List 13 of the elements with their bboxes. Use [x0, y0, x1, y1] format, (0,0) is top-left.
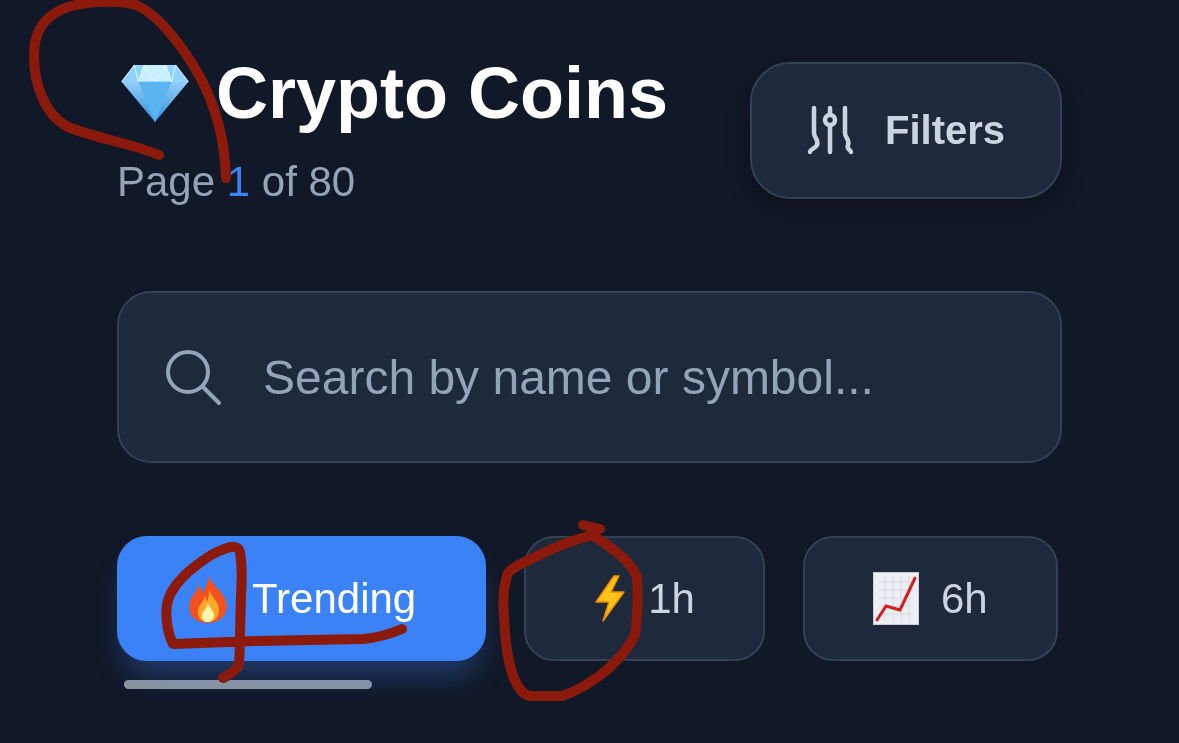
search-field[interactable]: Search by name or symbol...: [117, 291, 1062, 463]
fire-icon: [187, 574, 230, 623]
filters-button[interactable]: Filters: [750, 61, 1062, 199]
search-icon: [164, 348, 222, 406]
tab[interactable]: 1h: [524, 536, 765, 661]
chart-icon: [872, 572, 919, 625]
diamond-icon: [120, 63, 190, 123]
sliders-icon: [806, 105, 854, 155]
scrollbar[interactable]: [124, 680, 372, 689]
tab[interactable]: Trending: [117, 536, 487, 661]
lightning-icon: [594, 575, 627, 622]
tab[interactable]: 6h: [802, 536, 1058, 661]
page-indicator: Page 1 of 80: [117, 161, 357, 203]
